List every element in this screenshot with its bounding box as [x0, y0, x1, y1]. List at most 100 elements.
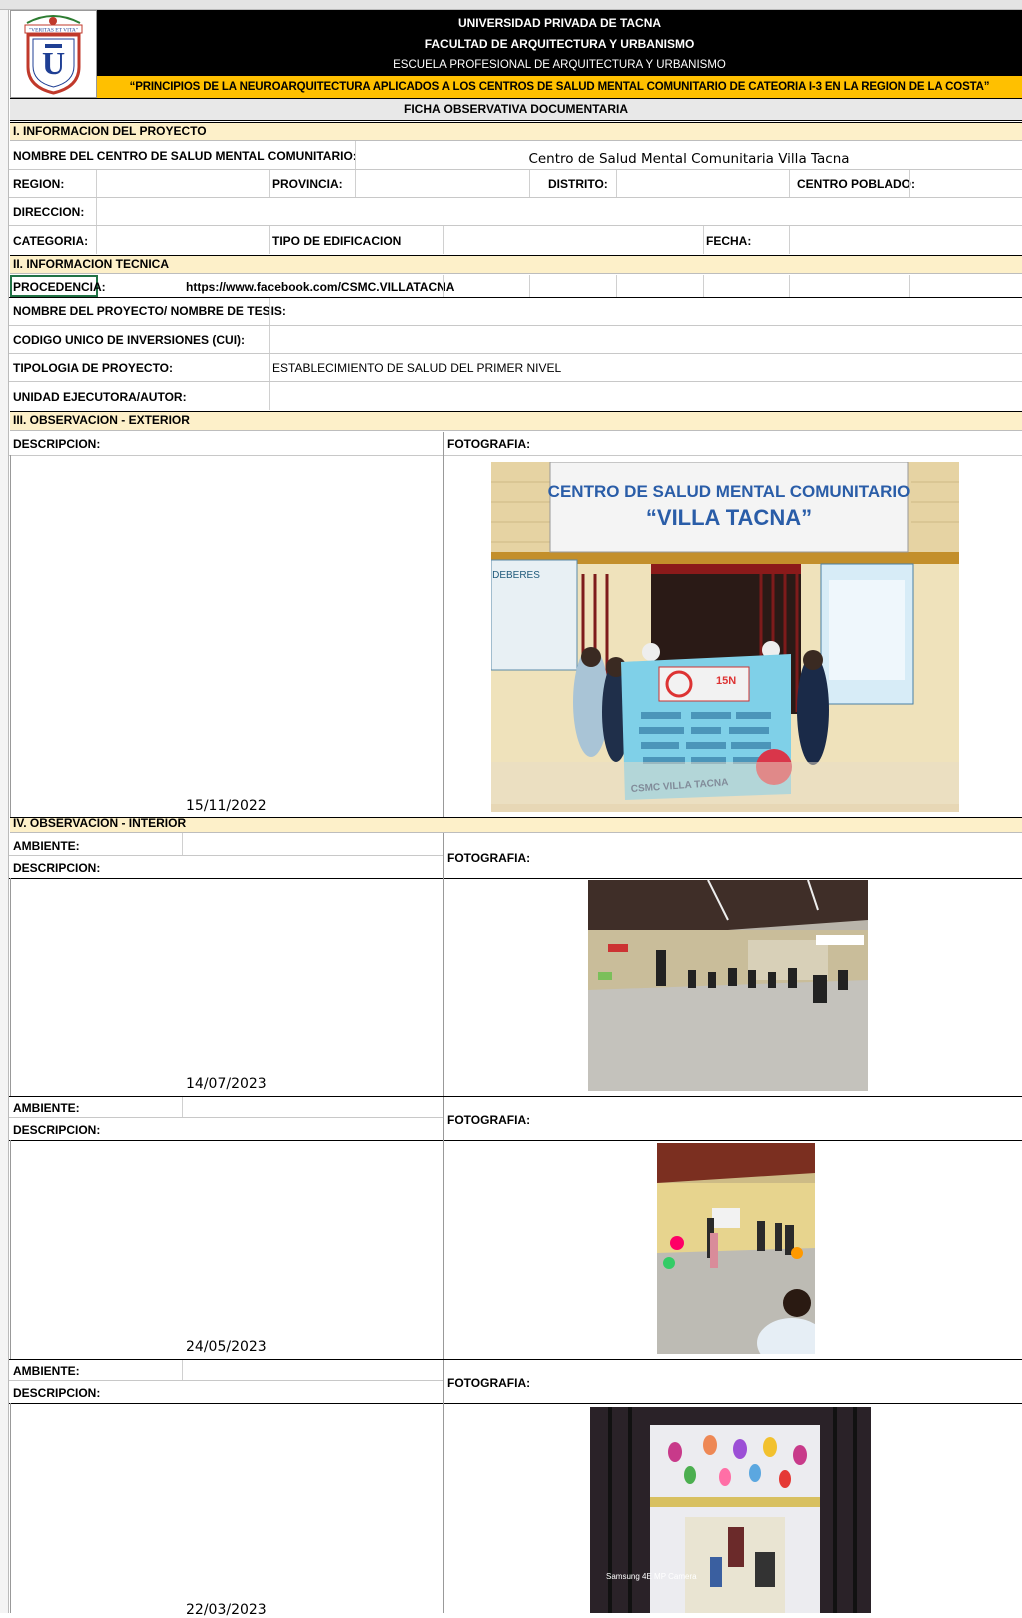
left-border: [10, 1403, 11, 1613]
row-divider: [9, 1380, 444, 1381]
ambiente-label-2: AMBIENTE:: [13, 1101, 80, 1115]
row-divider: [9, 197, 1022, 198]
divider: [96, 198, 97, 225]
fotografia-label-3: FOTOGRAFIA:: [447, 1376, 531, 1390]
divider: [443, 833, 444, 1096]
header: "VERITAS ET VITA" U UNIVERSIDAD PRIVADA …: [10, 10, 1022, 128]
divider: [703, 275, 704, 297]
section3-title: III. OBSERVACION - EXTERIOR: [10, 411, 1022, 431]
divider: [529, 170, 530, 197]
fotografia-label-2: FOTOGRAFIA:: [447, 1113, 531, 1127]
row-divider: [9, 169, 1022, 170]
section1-title: I. INFORMACION DEL PROYECTO: [10, 122, 1022, 141]
divider: [529, 275, 530, 297]
divider: [789, 226, 790, 254]
left-border: [10, 878, 11, 1096]
direccion-label: DIRECCION:: [13, 205, 85, 219]
descripcion-label-1: DESCRIPCION:: [13, 861, 101, 875]
unidad-ejecutora-label: UNIDAD EJECUTORA/AUTOR:: [13, 390, 187, 404]
tipologia-label: TIPOLOGIA DE PROYECTO:: [13, 361, 174, 375]
section4-title-row: IV. OBSERVACION - INTERIOR: [10, 817, 1022, 833]
university-logo: "VERITAS ET VITA" U: [24, 15, 83, 95]
row-divider: [9, 1359, 1022, 1360]
ext-fotografia-label: FOTOGRAFIA:: [447, 437, 531, 451]
center-name-label: NOMBRE DEL CENTRO DE SALUD MENTAL COMUNI…: [13, 149, 357, 163]
procedencia-value[interactable]: https://www.facebook.com/CSMC.VILLATACNA: [186, 280, 454, 295]
divider: [182, 1360, 183, 1380]
divider: [909, 275, 910, 297]
interior-date-1: 14/07/2023: [186, 1076, 267, 1092]
distrito-label: DISTRITO:: [548, 177, 608, 191]
descripcion-label-3: DESCRIPCION:: [13, 1386, 101, 1400]
divider: [789, 275, 790, 297]
divider: [616, 170, 617, 197]
fecha-label: FECHA:: [706, 234, 752, 248]
procedencia-label: PROCEDENCIA:: [13, 280, 106, 294]
exterior-photo: CENTRO DE SALUD MENTAL COMUNITARIO “VILL…: [491, 462, 959, 812]
school-name: ESCUELA PROFESIONAL DE ARQUITECTURA Y UR…: [393, 59, 726, 71]
divider: [616, 275, 617, 297]
ambiente-label-3: AMBIENTE:: [13, 1364, 80, 1378]
row-divider: [9, 381, 1022, 382]
divider: [182, 1097, 183, 1117]
center-name-value[interactable]: Centro de Salud Mental Comunitaria Villa…: [356, 151, 1022, 167]
row-divider: [9, 353, 1022, 354]
row-divider: [9, 1403, 1022, 1404]
exterior-date: 15/11/2022: [186, 798, 267, 814]
ambiente-label-1: AMBIENTE:: [13, 839, 80, 853]
faculty-name: FACULTAD DE ARQUITECTURA Y URBANISMO: [424, 37, 695, 51]
nombre-proyecto-label: NOMBRE DEL PROYECTO/ NOMBRE DE TESIS:: [13, 304, 286, 318]
logo-letter: U: [42, 45, 65, 81]
divider: [703, 226, 704, 254]
row-divider: [9, 1117, 444, 1118]
divider: [443, 275, 444, 297]
divider: [443, 1360, 444, 1613]
categoria-label: CATEGORIA:: [13, 234, 89, 248]
top-strip: [0, 0, 1022, 10]
row-divider: [9, 1140, 1022, 1141]
left-gutter: [0, 10, 9, 1613]
interior-photo-3: Samsung 4E MP Camera: [590, 1407, 871, 1613]
thesis-title-band: “PRINCIPIOS DE LA NEUROARQUITECTURA APLI…: [97, 76, 1022, 98]
photo-sign-line1: CENTRO DE SALUD MENTAL COMUNITARIO: [548, 482, 911, 501]
header-black-band: UNIVERSIDAD PRIVADA DE TACNA FACULTAD DE…: [97, 10, 1022, 76]
divider: [269, 226, 270, 254]
logo-motto: "VERITAS ET VITA": [29, 28, 78, 34]
divider: [269, 298, 270, 410]
divider: [443, 226, 444, 254]
divider: [96, 170, 97, 197]
tipologia-value[interactable]: ESTABLECIMIENTO DE SALUD DEL PRIMER NIVE…: [272, 361, 561, 376]
row-divider: [9, 325, 1022, 326]
logo-box: "VERITAS ET VITA" U: [10, 10, 97, 98]
row-divider: [9, 878, 1022, 879]
photo-banner-badge: 15N: [716, 675, 736, 687]
section4-title: IV. OBSERVACION - INTERIOR: [13, 817, 187, 830]
form-title: FICHA OBSERVATIVA DOCUMENTARIA: [404, 102, 628, 116]
region-label: REGION:: [13, 177, 65, 191]
thesis-title: “PRINCIPIOS DE LA NEUROARQUITECTURA APLI…: [129, 81, 990, 93]
section2-title: II. INFORMACION TECNICA: [10, 255, 1022, 274]
divider: [443, 1097, 444, 1359]
photo-left-poster: DEBERES: [492, 570, 540, 581]
row-divider: [9, 455, 1022, 456]
photo-caption: Samsung 4E MP Camera: [606, 1572, 697, 1581]
row-divider: [9, 855, 444, 856]
centro-poblado-label: CENTRO POBLADO:: [797, 177, 915, 191]
interior-date-2: 24/05/2023: [186, 1339, 267, 1355]
divider: [355, 170, 356, 197]
row-divider: [9, 225, 1022, 226]
left-border: [10, 455, 11, 817]
fotografia-label-1: FOTOGRAFIA:: [447, 851, 531, 865]
row-divider: [9, 1096, 1022, 1097]
cui-label: CODIGO UNICO DE INVERSIONES (CUI):: [13, 333, 246, 347]
interior-date-3: 22/03/2023: [186, 1602, 267, 1618]
divider: [909, 170, 910, 197]
form-title-row: FICHA OBSERVATIVA DOCUMENTARIA: [10, 98, 1022, 121]
divider: [269, 170, 270, 197]
divider: [789, 170, 790, 197]
provincia-label: PROVINCIA:: [272, 177, 343, 191]
university-name: UNIVERSIDAD PRIVADA DE TACNA: [457, 16, 662, 30]
tipo-edificacion-label: TIPO DE EDIFICACION: [272, 234, 402, 248]
divider: [182, 833, 183, 855]
photo-sign-line2: “VILLA TACNA”: [646, 505, 812, 530]
